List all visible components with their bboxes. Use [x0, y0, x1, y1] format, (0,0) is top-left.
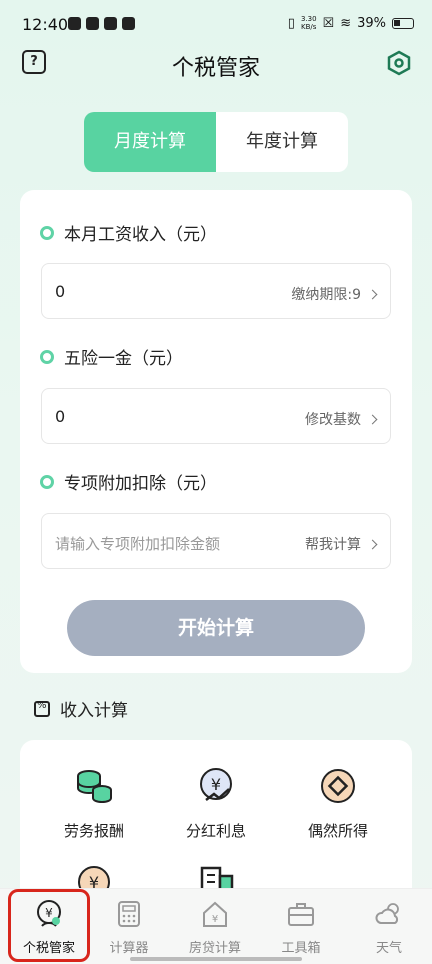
sim-icon: ☒ — [322, 15, 335, 31]
modify-base-button[interactable]: 修改基数 — [305, 409, 378, 429]
calculator-icon — [118, 901, 140, 927]
diamond-coin-icon — [321, 769, 355, 803]
chevron-right-icon — [367, 539, 378, 549]
special-deduction-field[interactable]: 请输入专项附加扣除金额 帮我计算 — [41, 513, 391, 569]
tax-form-card: 本月工资收入（元） 0 缴纳期限:9 五险一金（元） 0 修改基数 专项附加扣除… — [20, 190, 412, 673]
tab-yearly[interactable]: 年度计算 — [216, 112, 348, 172]
toolbox-icon — [288, 903, 314, 926]
bullet-icon — [40, 474, 54, 489]
insurance-value[interactable]: 0 — [55, 407, 65, 426]
app-icon — [86, 17, 99, 30]
bullet-icon — [40, 349, 54, 364]
nav-item-toolbox[interactable]: 工具箱 — [258, 889, 344, 964]
battery-icon — [392, 17, 414, 29]
battery-percent: 39% — [357, 15, 386, 31]
yen-trend-icon: ¥ — [200, 768, 232, 801]
bullet-icon — [40, 225, 54, 240]
svg-text:¥: ¥ — [211, 775, 221, 794]
network-speed: 3.30 KB/s — [300, 15, 317, 31]
insurance-field[interactable]: 0 修改基数 — [41, 388, 391, 444]
chevron-right-icon — [367, 289, 378, 299]
chevron-right-icon — [367, 414, 378, 424]
nav-item-calculator[interactable]: 计算器 — [86, 889, 172, 964]
mail-icon — [104, 17, 117, 30]
active-nav-highlight — [8, 889, 90, 962]
grid-item-windfall[interactable]: 偶然所得 — [278, 766, 398, 841]
vibrate-icon: ▯ — [287, 15, 295, 31]
salary-value[interactable]: 0 — [55, 282, 65, 301]
nav-item-mortgage[interactable]: ¥ 房贷计算 — [172, 889, 258, 964]
start-calculation-button[interactable]: 开始计算 — [67, 600, 365, 656]
status-bar: 12:40 ▯ 3.30 KB/s ☒ ≋ 39% — [0, 0, 432, 50]
page-title: 个税管家 — [171, 56, 260, 81]
coin-stack-icon — [77, 770, 112, 804]
grid-item-dividend[interactable]: ¥ 分红利息 — [156, 766, 276, 841]
house-yen-icon: ¥ — [203, 901, 227, 927]
tiktok-icon — [68, 17, 81, 30]
special-deduction-label: 专项附加扣除（元） — [40, 469, 217, 494]
weather-icon — [375, 903, 399, 924]
wifi-icon: ≋ — [340, 15, 352, 31]
insurance-label: 五险一金（元） — [40, 344, 183, 369]
payment-period-button[interactable]: 缴纳期限:9 — [291, 284, 378, 304]
salary-field[interactable]: 0 缴纳期限:9 — [41, 263, 391, 319]
percent-calc-icon — [34, 700, 50, 717]
crown-icon — [122, 17, 135, 30]
status-indicators: ▯ 3.30 KB/s ☒ ≋ 39% — [288, 15, 414, 31]
status-time: 12:40 — [22, 15, 69, 34]
status-notification-icons — [68, 17, 135, 30]
nav-item-weather[interactable]: 天气 — [346, 889, 432, 964]
salary-label: 本月工资收入（元） — [40, 220, 217, 245]
grid-item-labor[interactable]: 劳务报酬 — [34, 766, 154, 841]
svg-text:¥: ¥ — [212, 914, 218, 925]
home-indicator[interactable] — [130, 957, 302, 961]
special-deduction-input[interactable]: 请输入专项附加扣除金额 — [55, 533, 220, 554]
help-calculate-button[interactable]: 帮我计算 — [305, 534, 378, 554]
tab-monthly[interactable]: 月度计算 — [84, 112, 216, 172]
income-section-title: 收入计算 — [34, 696, 128, 721]
hexagon-settings-icon[interactable] — [386, 50, 412, 76]
app-header: ? 个税管家 — [0, 44, 432, 84]
mode-tabs: 月度计算 年度计算 — [84, 112, 348, 172]
